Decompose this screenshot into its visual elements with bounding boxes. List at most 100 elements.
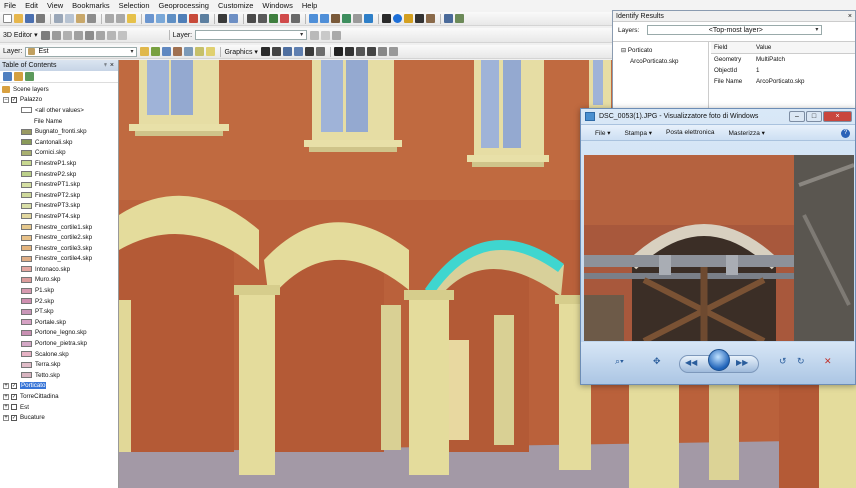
- graphics-menu[interactable]: Graphics ▾: [224, 48, 257, 56]
- new-document-icon[interactable]: [3, 14, 12, 23]
- torrecittadina-checkbox[interactable]: ✓: [11, 393, 17, 400]
- draw-line-icon[interactable]: [282, 47, 292, 56]
- full-extent-icon[interactable]: [342, 14, 351, 23]
- layer-extra-icon[interactable]: [332, 30, 342, 40]
- menu-geoprocessing[interactable]: Geoprocessing: [159, 0, 209, 12]
- toc-item[interactable]: Cantonali.skp: [0, 137, 118, 148]
- editor-layer-dropdown[interactable]: ▾: [195, 30, 308, 40]
- menu-selection[interactable]: Selection: [119, 0, 150, 12]
- save-icon[interactable]: [25, 14, 34, 23]
- list-by-drawing-order-icon[interactable]: [3, 72, 12, 81]
- draw-point-icon[interactable]: [271, 47, 281, 56]
- toc-item[interactable]: Muro.skp: [0, 275, 118, 286]
- undo-icon[interactable]: [105, 14, 114, 23]
- symbology-icon[interactable]: [140, 47, 150, 56]
- porticato-checkbox[interactable]: ✓: [11, 382, 17, 389]
- hyperlink-icon[interactable]: [404, 14, 413, 23]
- toc-item[interactable]: FinestrePT3.skp: [0, 201, 118, 212]
- list-by-source-icon[interactable]: [14, 72, 23, 81]
- font-color-icon[interactable]: [366, 47, 376, 56]
- viewer-menu-burn[interactable]: Masterizza ▾: [728, 129, 765, 137]
- rotate-left-icon[interactable]: ↺: [779, 356, 787, 367]
- scene-layers-row[interactable]: Scene layers: [0, 84, 118, 95]
- toc-item[interactable]: Intonaco.skp: [0, 264, 118, 275]
- field-column-header[interactable]: Field: [711, 42, 754, 53]
- delete-icon[interactable]: ✕: [824, 356, 832, 367]
- 3d-editor-menu[interactable]: 3D Editor ▾: [3, 31, 38, 39]
- expand-icon[interactable]: +: [3, 404, 9, 411]
- help-icon[interactable]: [229, 14, 238, 23]
- bucature-checkbox[interactable]: ✓: [11, 414, 17, 421]
- zoom-icon[interactable]: ⌕▾: [615, 356, 624, 367]
- catalog-icon[interactable]: [167, 14, 176, 23]
- toc-item[interactable]: FinestreP1.skp: [0, 158, 118, 169]
- select-elements-icon[interactable]: [260, 47, 270, 56]
- toc-item[interactable]: FinestrePT1.skp: [0, 179, 118, 190]
- porticato-label[interactable]: Porticato: [20, 382, 47, 390]
- toc-item[interactable]: FinestreP2.skp: [0, 169, 118, 180]
- other-values-row[interactable]: <all other values>: [0, 105, 118, 116]
- globe-icon[interactable]: [364, 14, 373, 23]
- toc-item[interactable]: Finestre_cortile3.skp: [0, 243, 118, 254]
- value-column-header[interactable]: Value: [754, 42, 771, 53]
- layer-options-icon[interactable]: [310, 30, 320, 40]
- fly-icon[interactable]: [258, 14, 267, 23]
- rotate-icon[interactable]: [84, 30, 94, 40]
- animation-icon[interactable]: [444, 14, 453, 23]
- capture-icon[interactable]: [455, 14, 464, 23]
- zoom-target-icon[interactable]: [280, 14, 289, 23]
- toc-item[interactable]: Portone_legno.skp: [0, 328, 118, 339]
- sketch-properties-icon[interactable]: [106, 30, 116, 40]
- redo-icon[interactable]: [116, 14, 125, 23]
- toc-item[interactable]: FinestrePT4.skp: [0, 211, 118, 222]
- torrecittadina-row[interactable]: + ✓ TorreCittadina: [0, 391, 118, 402]
- tree-node-porticato[interactable]: ⊟ Porticato: [621, 45, 708, 56]
- est-row[interactable]: + Est: [0, 402, 118, 413]
- table-icon[interactable]: [156, 14, 165, 23]
- zoom-out-icon[interactable]: [320, 14, 329, 23]
- delete-icon[interactable]: [87, 14, 96, 23]
- menu-file[interactable]: File: [4, 0, 16, 12]
- edit-vertices-icon[interactable]: [51, 30, 61, 40]
- toc-item[interactable]: P1.skp: [0, 285, 118, 296]
- swipe-icon[interactable]: [151, 47, 161, 56]
- cut-icon[interactable]: [54, 14, 63, 23]
- rotate-right-icon[interactable]: ↻: [797, 356, 805, 367]
- graphics-tool-icon[interactable]: [315, 47, 325, 56]
- navigate-icon[interactable]: [247, 14, 256, 23]
- menu-bookmarks[interactable]: Bookmarks: [72, 0, 110, 12]
- toc-item[interactable]: P2.skp: [0, 296, 118, 307]
- line-color-icon[interactable]: [344, 47, 354, 56]
- close-button[interactable]: ×: [823, 111, 852, 122]
- measure-icon[interactable]: [426, 14, 435, 23]
- select-features-icon[interactable]: [382, 14, 391, 23]
- pin-close-icon[interactable]: ♆ ×: [103, 60, 114, 71]
- effects-icon[interactable]: [173, 47, 183, 56]
- draw-text-icon[interactable]: [304, 47, 314, 56]
- viewer-menu-email[interactable]: Posta elettronica: [666, 129, 714, 136]
- edit-tool-icon[interactable]: [40, 30, 50, 40]
- close-icon[interactable]: ×: [848, 11, 852, 22]
- narrow-target-icon[interactable]: [353, 14, 362, 23]
- copy-icon[interactable]: [65, 14, 74, 23]
- toc-item[interactable]: Finestre_cortile1.skp: [0, 222, 118, 233]
- transparency-icon[interactable]: [184, 47, 194, 56]
- maximize-button[interactable]: □: [806, 111, 822, 122]
- toc-item[interactable]: Terra.skp: [0, 359, 118, 370]
- toolbox-icon[interactable]: [189, 14, 198, 23]
- toc-item[interactable]: Finestre_cortile4.skp: [0, 254, 118, 265]
- add-data-icon[interactable]: [127, 14, 136, 23]
- toc-item[interactable]: Portale.skp: [0, 317, 118, 328]
- next-icon[interactable]: ▶▶: [736, 358, 748, 367]
- reshape-icon[interactable]: [62, 30, 72, 40]
- arrange-icon[interactable]: [388, 47, 398, 56]
- toc-item[interactable]: Cornici.skp: [0, 148, 118, 159]
- contrast-icon[interactable]: [195, 47, 205, 56]
- marker-color-icon[interactable]: [333, 47, 343, 56]
- help-icon[interactable]: ?: [841, 129, 850, 138]
- menu-windows[interactable]: Windows: [262, 0, 292, 12]
- layer-dropdown[interactable]: Est ▾: [25, 46, 138, 57]
- toc-item[interactable]: Portone_pietra.skp: [0, 338, 118, 349]
- open-icon[interactable]: [14, 14, 23, 23]
- set-observer-icon[interactable]: [291, 14, 300, 23]
